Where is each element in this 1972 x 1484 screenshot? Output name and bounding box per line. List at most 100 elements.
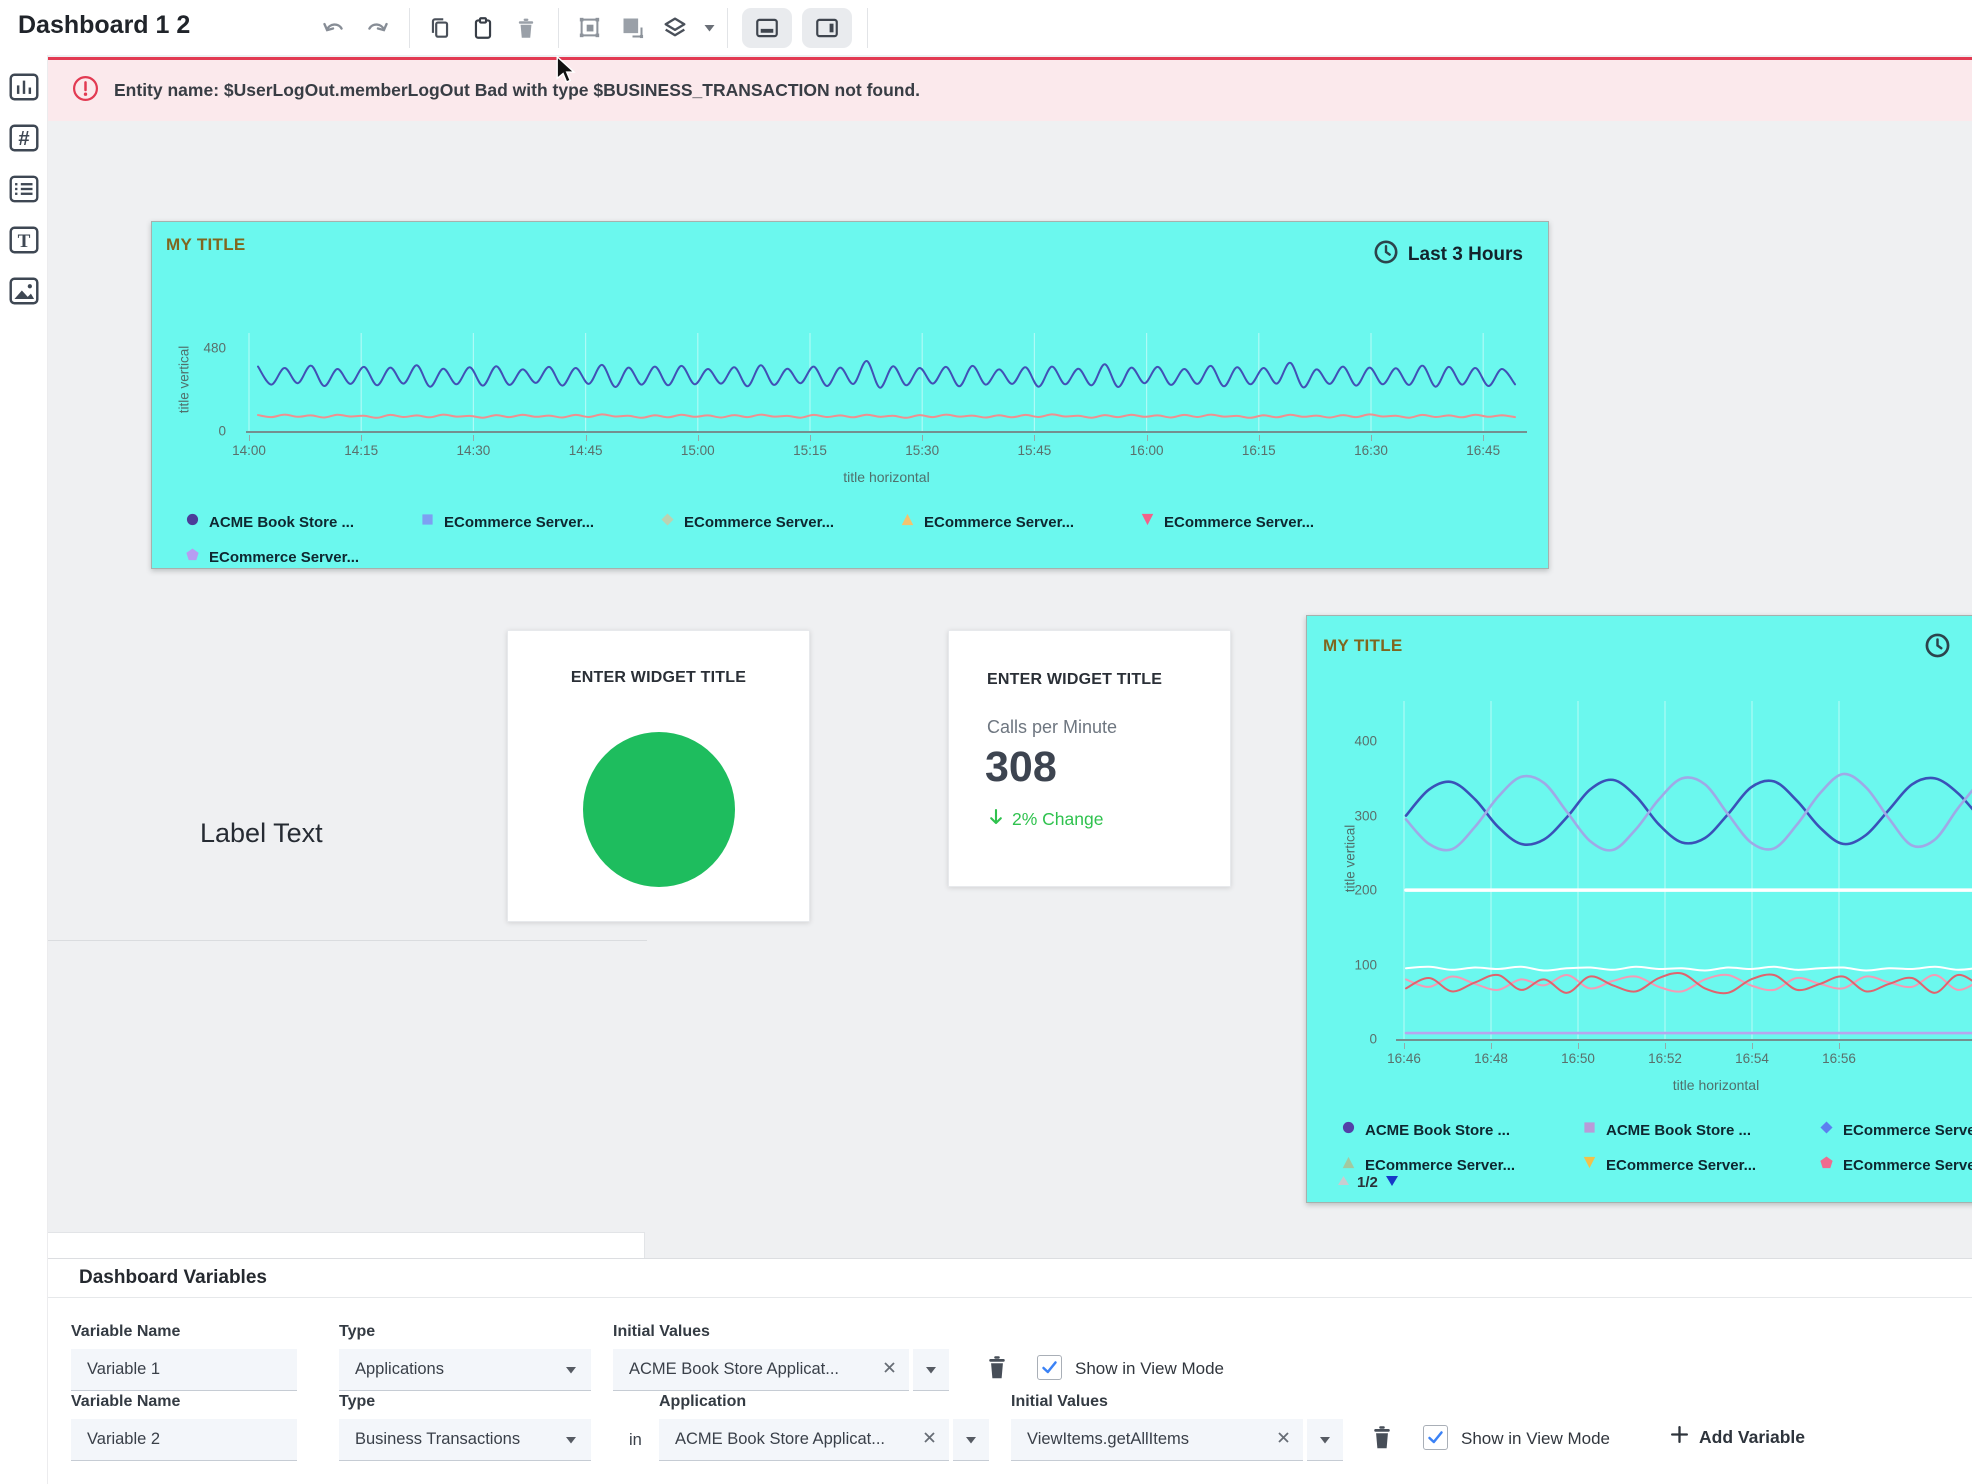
redo-icon[interactable] — [361, 12, 393, 44]
list-widget-icon[interactable] — [7, 172, 41, 206]
timeseries-widget-right[interactable]: MY TITLE title vertical 4003002001000 16… — [1306, 615, 1972, 1203]
x-tick-label: 14:45 — [569, 443, 603, 458]
number-widget-icon[interactable]: # — [7, 121, 41, 155]
legend-item[interactable]: ECommerce Server... — [1141, 513, 1314, 531]
toggle-right-panel-button[interactable] — [802, 8, 852, 48]
legend-item-label: ECommerce Server... — [1843, 1157, 1972, 1174]
legend-item-label: ACME Book Store ... — [1365, 1122, 1510, 1139]
layers-caret-icon[interactable] — [702, 12, 716, 44]
delete-variable-icon[interactable] — [982, 1351, 1012, 1383]
legend-item[interactable]: ECommerce Server... — [1583, 1156, 1756, 1174]
x-tick-mark — [1752, 1043, 1753, 1049]
legend-item[interactable]: ECommerce Server... — [186, 548, 359, 566]
timeseries-widget-top[interactable]: MY TITLE Last 3 Hours title vertical 480… — [151, 221, 1549, 569]
x-tick-label: 16:56 — [1822, 1051, 1856, 1066]
clock-icon — [1924, 632, 1951, 665]
type-label: Type — [339, 1323, 375, 1341]
x-tick-label: 14:00 — [232, 443, 266, 458]
legend-item[interactable]: ECommerce Server... — [1342, 1156, 1515, 1174]
legend-item-label: ECommerce Server... — [924, 514, 1074, 531]
legend-marker-circle — [1342, 1121, 1355, 1139]
x-tick-label: 16:30 — [1354, 443, 1388, 458]
initial-values-caret[interactable] — [1307, 1419, 1343, 1461]
x-tick-mark — [1259, 435, 1260, 441]
type-label: Type — [339, 1393, 375, 1411]
x-tick-label: 15:45 — [1017, 443, 1051, 458]
variable-name-label: Variable Name — [71, 1393, 180, 1411]
page-down-icon[interactable] — [1385, 1174, 1399, 1191]
copy-icon[interactable] — [424, 12, 456, 44]
legend-marker-diamond — [1820, 1121, 1833, 1139]
toolbar-separator — [558, 8, 559, 48]
widget-title[interactable]: ENTER WIDGET TITLE — [508, 669, 809, 687]
x-tick-label: 16:15 — [1242, 443, 1276, 458]
metric-value: 308 — [985, 743, 1057, 792]
type-select[interactable]: Applications — [339, 1349, 591, 1391]
show-in-view-mode-checkbox[interactable] — [1037, 1355, 1062, 1380]
delete-icon[interactable] — [510, 12, 542, 44]
label-widget[interactable]: Label Text — [200, 818, 323, 849]
timeseries-plot — [246, 333, 1527, 431]
x-tick-mark — [361, 435, 362, 441]
legend-item-label: ECommerce Server... — [684, 514, 834, 531]
x-tick-label: 15:00 — [681, 443, 715, 458]
legend-item[interactable]: ACME Book Store ... — [186, 513, 354, 531]
delete-variable-icon[interactable] — [1367, 1421, 1397, 1453]
x-tick-label: 16:50 — [1561, 1051, 1595, 1066]
layers-icon[interactable] — [659, 12, 691, 44]
initial-values-label: Initial Values — [1011, 1393, 1108, 1411]
bar-chart-widget-icon[interactable] — [7, 70, 41, 104]
clear-icon[interactable] — [1276, 1430, 1291, 1450]
panel-title: Dashboard Variables — [79, 1267, 267, 1289]
time-range[interactable] — [1924, 632, 1951, 665]
x-tick-label: 16:54 — [1735, 1051, 1769, 1066]
initial-values-caret[interactable] — [913, 1349, 949, 1391]
variable-name-input[interactable]: Variable 1 — [71, 1349, 297, 1391]
undo-icon[interactable] — [318, 12, 350, 44]
bring-forward-icon[interactable] — [573, 12, 605, 44]
show-in-view-mode-checkbox[interactable] — [1423, 1425, 1448, 1450]
variable-name-label: Variable Name — [71, 1323, 180, 1341]
metric-widget[interactable]: ENTER WIDGET TITLE Calls per Minute 308 … — [948, 630, 1231, 887]
toggle-bottom-panel-button[interactable] — [742, 8, 792, 48]
pie-widget[interactable]: ENTER WIDGET TITLE — [507, 630, 810, 922]
metric-change: 2% Change — [987, 807, 1103, 832]
x-tick-mark — [1404, 1043, 1405, 1049]
text-widget-icon[interactable]: T — [7, 223, 41, 257]
variable-name-input[interactable]: Variable 2 — [71, 1419, 297, 1461]
legend-marker-triangle-up — [901, 513, 914, 531]
type-select[interactable]: Business Transactions — [339, 1419, 591, 1461]
legend-item[interactable]: ECommerce Server... — [661, 513, 834, 531]
send-backward-icon[interactable] — [616, 12, 648, 44]
application-input[interactable]: ACME Book Store Applicat... — [659, 1419, 949, 1461]
metric-change-label: 2% Change — [1012, 809, 1103, 830]
initial-values-input[interactable]: ViewItems.getAllItems — [1011, 1419, 1303, 1461]
legend-item[interactable]: ACME Book Store ... — [1342, 1121, 1510, 1139]
metric-label: Calls per Minute — [987, 717, 1117, 738]
legend-item[interactable]: ACME Book Store ... — [1583, 1121, 1751, 1139]
clock-icon — [1373, 239, 1399, 271]
initial-values-input[interactable]: ACME Book Store Applicat... — [613, 1349, 909, 1391]
application-caret[interactable] — [953, 1419, 989, 1461]
legend-item[interactable]: ECommerce Server... — [421, 513, 594, 531]
y-tick-label: 300 — [1354, 808, 1377, 823]
initial-values-label: Initial Values — [613, 1323, 710, 1341]
paste-icon[interactable] — [467, 12, 499, 44]
image-widget-icon[interactable] — [7, 274, 41, 308]
pie-circle[interactable] — [583, 732, 735, 887]
x-tick-mark — [586, 435, 587, 441]
widget-title[interactable]: MY TITLE — [1323, 636, 1403, 656]
widget-title[interactable]: MY TITLE — [166, 235, 246, 255]
svg-text:T: T — [17, 231, 30, 252]
legend-item[interactable]: ECommerce Server... — [901, 513, 1074, 531]
legend-item[interactable]: ECommerce Server... — [1820, 1156, 1972, 1174]
time-range[interactable]: Last 3 Hours — [1373, 239, 1523, 271]
page-up-icon[interactable] — [1337, 1174, 1350, 1191]
legend-item[interactable]: ECommerce Server... — [1820, 1121, 1972, 1139]
y-tick-label: 0 — [218, 424, 226, 439]
clear-icon[interactable] — [882, 1360, 897, 1380]
error-text: Entity name: $UserLogOut.memberLogOut Ba… — [114, 80, 920, 101]
clear-icon[interactable] — [922, 1430, 937, 1450]
add-variable-button[interactable]: Add Variable — [1669, 1424, 1805, 1450]
widget-title[interactable]: ENTER WIDGET TITLE — [987, 671, 1162, 689]
